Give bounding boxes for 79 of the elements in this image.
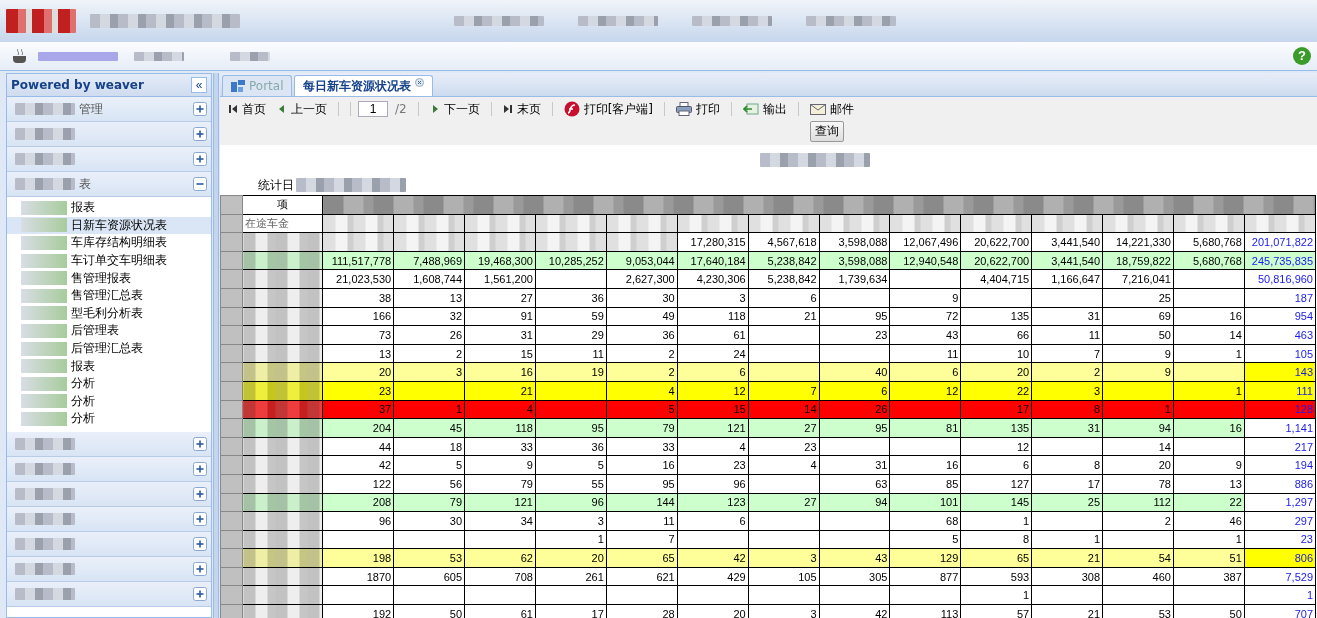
sidebar-item[interactable]: 型毛利分析表 — [7, 304, 211, 323]
toolbar-button[interactable]: 打印[客户端] — [559, 100, 658, 118]
header-cell: 项 — [242, 195, 323, 215]
sidebar-item[interactable]: 车订单交车明细表 — [7, 251, 211, 270]
page-total: /2 — [394, 102, 408, 116]
blurred-region — [15, 103, 75, 115]
blurred-region — [15, 462, 75, 475]
sidebar-section-header[interactable] — [7, 456, 211, 482]
toolbar-button[interactable]: 首页 — [224, 100, 270, 118]
blurred-region — [230, 51, 270, 61]
collapse-button[interactable]: « — [191, 77, 207, 93]
plus-icon[interactable] — [193, 561, 207, 576]
blurred-region — [15, 128, 75, 140]
toolbar-button[interactable]: 下一页 — [425, 100, 484, 118]
blurred-logo — [6, 9, 76, 33]
blurred-region — [15, 153, 75, 165]
plus-icon[interactable] — [193, 436, 207, 451]
sidebar-item[interactable]: 售管理报表 — [7, 269, 211, 287]
sidebar-item[interactable]: 后管理表 — [7, 322, 211, 340]
section-title: 表 — [79, 175, 91, 193]
section-title: 管理 — [79, 100, 103, 118]
printer-icon — [676, 102, 693, 116]
sidebar-section-header[interactable] — [7, 581, 211, 607]
sidebar-section-header[interactable] — [7, 122, 211, 147]
sidebar-item[interactable]: 车库存结构明细表 — [7, 234, 211, 252]
blurred-region — [15, 178, 75, 190]
toolbar-button[interactable]: 末页 — [498, 100, 545, 118]
sidebar-section-header[interactable] — [7, 431, 211, 457]
sidebar-item[interactable]: 售管理汇总表 — [7, 286, 211, 305]
sidebar-item[interactable]: 报表 — [7, 199, 211, 217]
sidebar-item[interactable]: 分析 — [7, 374, 211, 393]
plus-icon[interactable] — [193, 586, 207, 601]
sidebar-section-header[interactable] — [7, 556, 211, 582]
previous-icon — [277, 104, 287, 114]
plus-icon[interactable] — [193, 486, 207, 501]
sidebar-section-header[interactable]: 管理 — [7, 97, 211, 122]
minus-icon[interactable] — [193, 177, 207, 191]
sidebar-item[interactable]: 分析 — [7, 392, 211, 411]
splitter-handle[interactable] — [213, 73, 219, 618]
sidebar-section-header[interactable] — [7, 506, 211, 532]
blurred-region — [15, 437, 75, 450]
sidebar-title: Powered by weaver — [11, 78, 145, 92]
plus-icon[interactable] — [193, 511, 207, 526]
query-button[interactable]: 查询 — [810, 121, 844, 142]
plus-icon[interactable] — [193, 127, 207, 141]
row-label: 在途车金 — [242, 214, 323, 233]
blurred-region — [15, 537, 75, 550]
sidebar-section-header[interactable] — [7, 147, 211, 172]
help-button[interactable]: ? — [1293, 47, 1311, 65]
first-page-icon — [228, 104, 238, 114]
page-number-field[interactable]: 1 — [358, 101, 388, 117]
date-label: 统计日 — [258, 176, 294, 194]
toolbar-button[interactable]: 输出 — [739, 100, 792, 118]
sidebar-item[interactable]: 报表 — [7, 357, 211, 375]
plus-icon[interactable] — [193, 461, 207, 476]
blurred-region — [15, 487, 75, 500]
portal-icon — [231, 80, 245, 92]
export-icon — [743, 103, 760, 115]
sidebar-item[interactable]: 后管理汇总表 — [7, 339, 211, 358]
plus-icon[interactable] — [193, 102, 207, 116]
plus-icon[interactable] — [193, 152, 207, 166]
sidebar-item[interactable]: 日新车资源状况表 — [7, 216, 211, 235]
toolbar-button[interactable]: 邮件 — [806, 100, 859, 118]
tab[interactable]: 每日新车资源状况表 — [294, 75, 434, 96]
toolbar-button[interactable]: 上一页 — [273, 100, 331, 118]
sidebar-section-header[interactable] — [7, 531, 211, 557]
sidebar-section-header[interactable] — [7, 481, 211, 507]
blurred-region — [15, 562, 75, 575]
blurred-region — [15, 587, 75, 600]
blurred-region — [134, 51, 184, 61]
envelope-icon — [810, 102, 827, 116]
close-icon[interactable] — [415, 78, 425, 87]
last-page-icon — [502, 104, 513, 114]
blurred-region — [15, 512, 75, 525]
swoosh-icon — [563, 101, 580, 117]
toolbar-button[interactable]: 打印 — [672, 100, 725, 118]
sidebar-item[interactable]: 分析 — [7, 410, 211, 428]
sidebar-section-header[interactable]: 表 — [7, 172, 211, 197]
plus-icon[interactable] — [193, 536, 207, 551]
